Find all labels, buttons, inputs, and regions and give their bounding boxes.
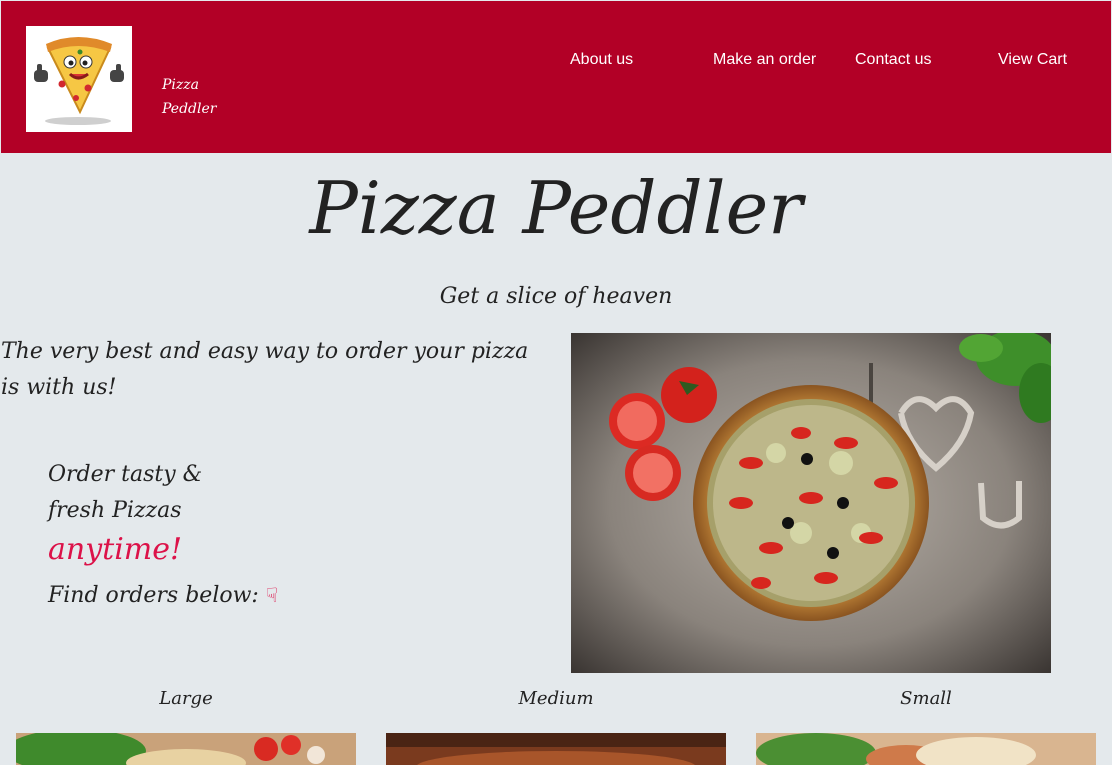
- nav-contact-us[interactable]: Contact us: [855, 51, 931, 69]
- large-pizza-image[interactable]: [16, 733, 356, 765]
- navbar: Pizza Peddler About us Make an order Con…: [1, 1, 1111, 153]
- brand-name[interactable]: Pizza Peddler: [162, 73, 242, 121]
- logo[interactable]: [26, 26, 132, 132]
- anytime-highlight: anytime!: [48, 532, 183, 567]
- nav-view-cart[interactable]: View Cart: [998, 51, 1067, 69]
- find-orders-label: Find orders below:: [48, 583, 259, 608]
- size-label-small: Small: [900, 688, 952, 709]
- medium-pizza-image[interactable]: [386, 733, 726, 765]
- brand-name-line2: Peddler: [162, 101, 217, 117]
- nav-make-an-order[interactable]: Make an order: [713, 51, 816, 69]
- size-label-large: Large: [159, 688, 213, 709]
- page-title: Pizza Peddler: [309, 166, 803, 250]
- order-tagline-line2: fresh Pizzas: [48, 498, 182, 523]
- size-label-medium: Medium: [518, 688, 594, 709]
- hero-pizza-image: [571, 333, 1051, 673]
- pizza-mascot-icon: [34, 37, 124, 125]
- find-orders-text: Find orders below: ☟: [48, 577, 278, 614]
- pointing-down-hand-icon: ☟: [265, 583, 279, 607]
- page-subtitle: Get a slice of heaven: [439, 284, 673, 309]
- order-tagline-line1: Order tasty &: [48, 462, 203, 487]
- nav-about-us[interactable]: About us: [570, 51, 633, 69]
- intro-text: The very best and easy way to order your…: [1, 339, 529, 400]
- brand-name-line1: Pizza: [162, 77, 199, 93]
- order-tagline: Order tasty & fresh Pizzas: [48, 457, 348, 529]
- small-pizza-image[interactable]: [756, 733, 1096, 765]
